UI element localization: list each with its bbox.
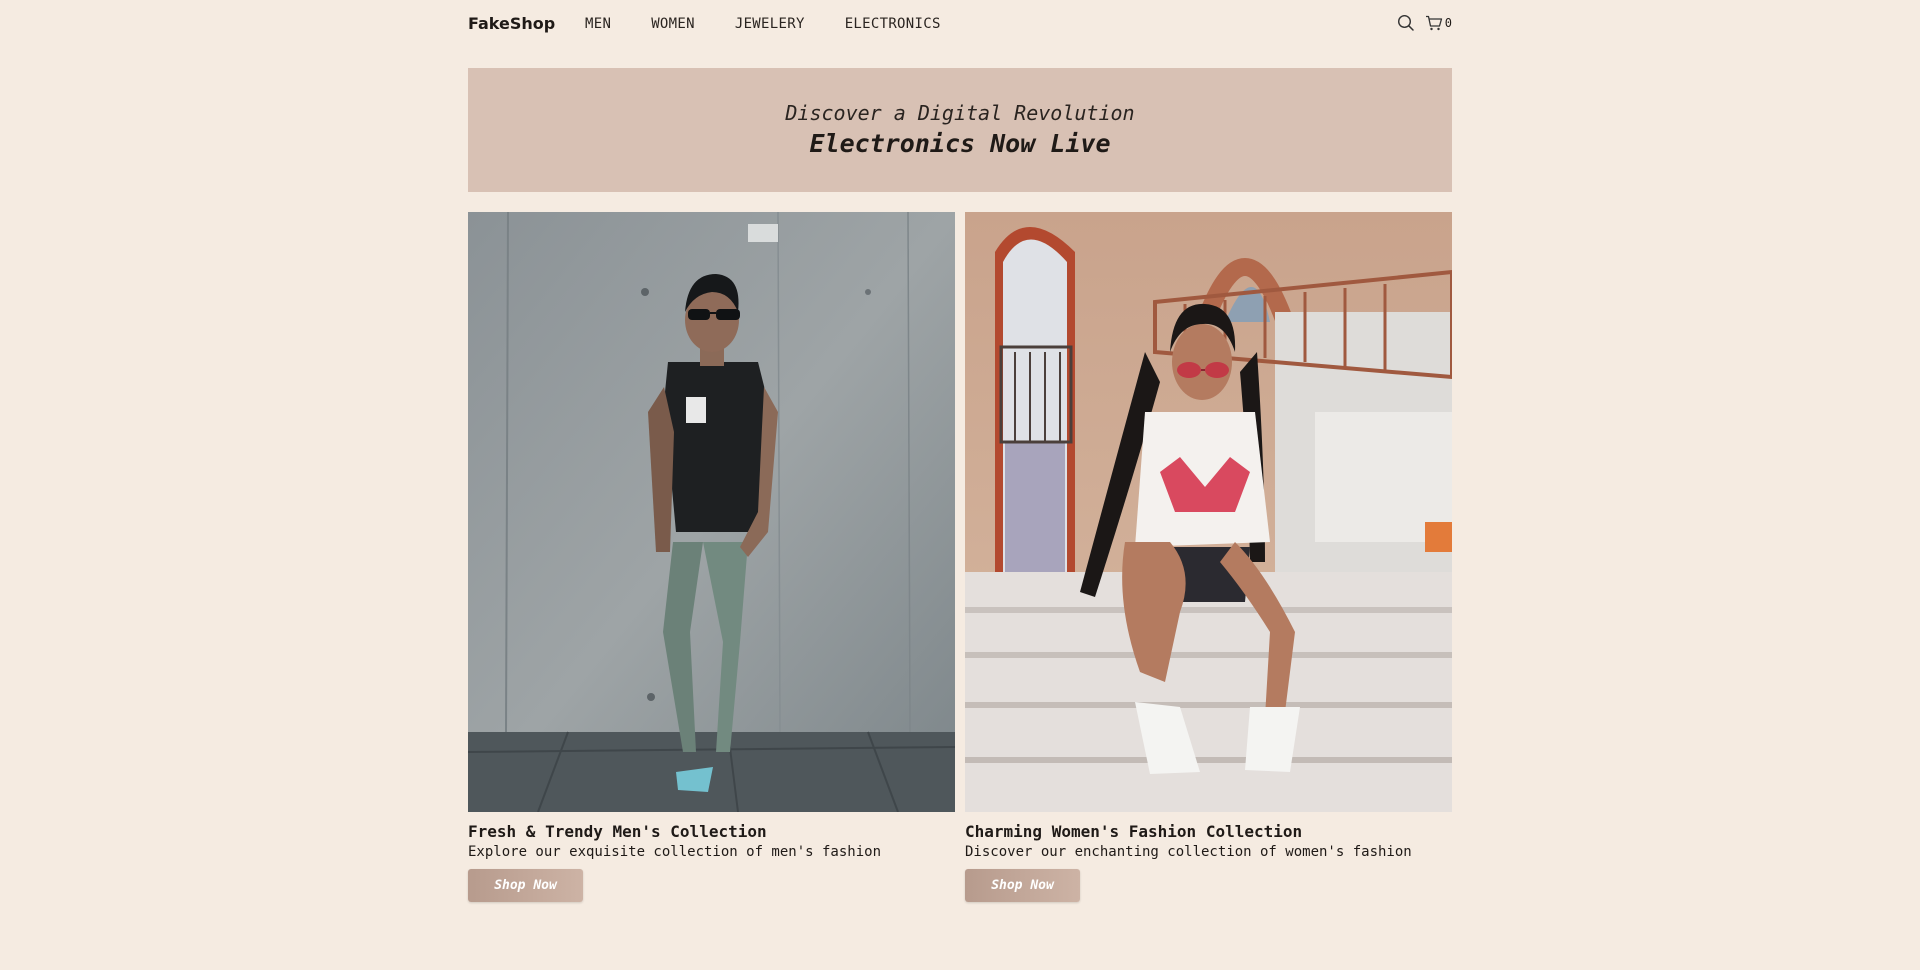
nav-women[interactable]: WOMEN: [651, 16, 695, 32]
nav-jewelery[interactable]: JEWELERY: [735, 16, 805, 32]
search-icon: [1397, 14, 1414, 31]
cart-icon: [1425, 15, 1442, 31]
men-photo-illustration: [468, 212, 955, 812]
site-logo[interactable]: FakeShop: [468, 14, 555, 33]
banner-title: Electronics Now Live: [809, 129, 1111, 158]
promo-banner[interactable]: Discover a Digital Revolution Electronic…: [468, 68, 1452, 192]
women-collection-image[interactable]: [965, 212, 1452, 812]
search-button[interactable]: [1397, 14, 1415, 32]
cart-count: 0: [1444, 16, 1452, 30]
women-photo-illustration: [965, 212, 1452, 812]
women-collection-title: Charming Women's Fashion Collection: [965, 822, 1303, 841]
cart-button[interactable]: 0: [1425, 15, 1452, 31]
men-shop-now-button[interactable]: Shop Now: [468, 869, 583, 902]
main-nav: MEN WOMEN JEWELERY ELECTRONICS: [585, 16, 941, 32]
men-collection-card: Fresh & Trendy Men's Collection Explore …: [468, 212, 955, 902]
women-collection-card: Charming Women's Fashion Collection Disc…: [965, 212, 1452, 902]
nav-electronics[interactable]: ELECTRONICS: [845, 16, 941, 32]
site-header: FakeShop MEN WOMEN JEWELERY ELECTRONICS …: [468, 0, 1452, 48]
women-collection-description: Discover our enchanting collection of wo…: [965, 844, 1412, 860]
men-collection-title: Fresh & Trendy Men's Collection: [468, 822, 767, 841]
men-collection-description: Explore our exquisite collection of men'…: [468, 844, 882, 860]
nav-men[interactable]: MEN: [585, 16, 611, 32]
header-tools: 0: [1397, 14, 1452, 32]
men-collection-image[interactable]: [468, 212, 955, 812]
banner-subtitle: Discover a Digital Revolution: [785, 101, 1135, 125]
women-shop-now-button[interactable]: Shop Now: [965, 869, 1080, 902]
